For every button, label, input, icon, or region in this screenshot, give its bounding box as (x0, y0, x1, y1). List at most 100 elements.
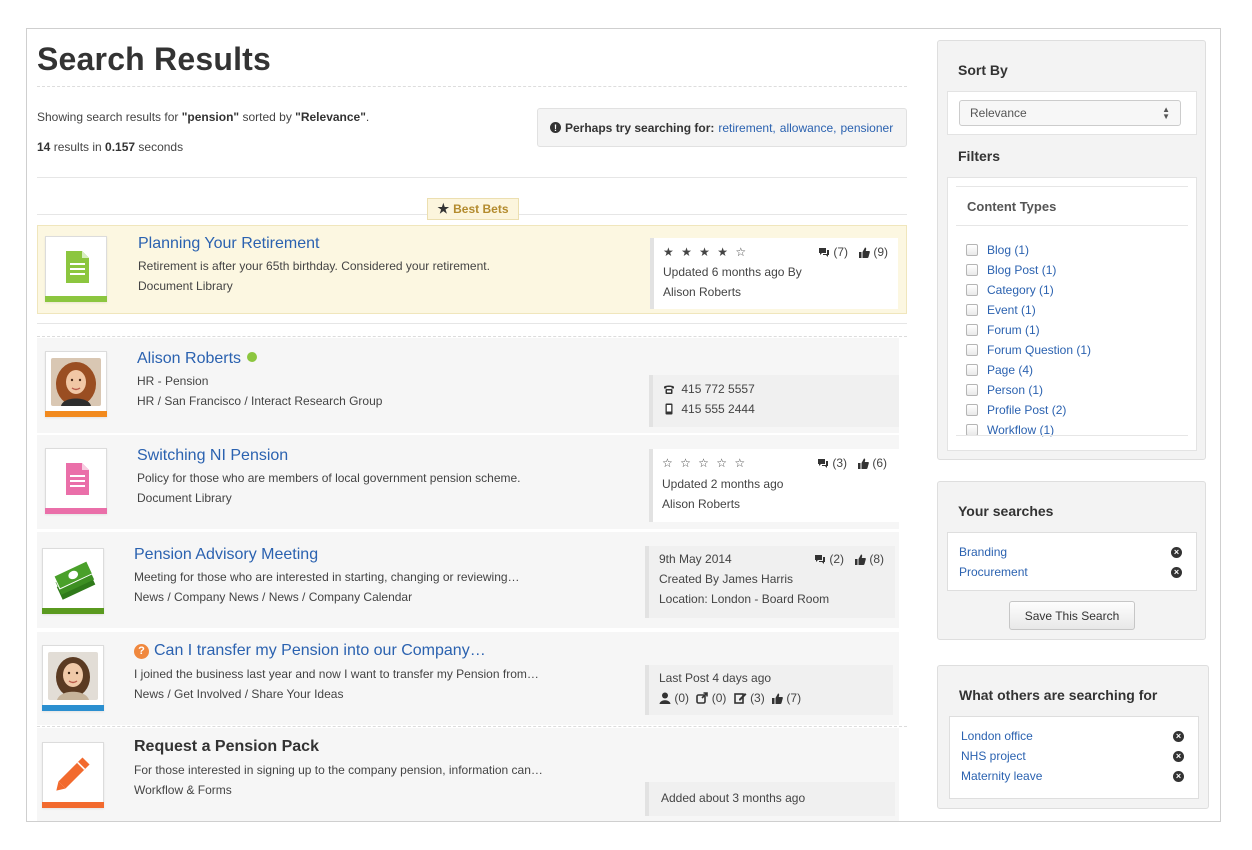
remove-icon[interactable]: × (1171, 546, 1182, 558)
document-icon[interactable] (45, 448, 107, 514)
filter-label[interactable]: Forum (1) (987, 323, 1040, 337)
filter-item[interactable]: Profile Post (2) (966, 400, 1091, 420)
result-title-link[interactable]: Planning Your Retirement (138, 235, 319, 253)
filter-checkbox[interactable] (966, 304, 978, 316)
event-icon[interactable] (42, 548, 104, 614)
like-count[interactable]: (8) (855, 552, 884, 566)
popular-search-link[interactable]: Maternity leave (961, 769, 1042, 783)
rating-stars[interactable]: ☆ ☆ ☆ ☆ ☆ (662, 456, 747, 470)
filter-label[interactable]: Profile Post (2) (987, 403, 1066, 417)
like-count-value: (6) (872, 456, 888, 470)
like-count-value: (9) (873, 245, 889, 259)
result-description: Meeting for those who are interested in … (134, 570, 520, 584)
popular-search-link[interactable]: London office (961, 729, 1033, 743)
filter-item[interactable]: Forum Question (1) (966, 340, 1091, 360)
filter-item[interactable]: Blog Post (1) (966, 260, 1091, 280)
best-bets-badge: ★ Best Bets (427, 198, 519, 220)
filter-checkbox[interactable] (966, 264, 978, 276)
edit-icon (733, 693, 747, 704)
filter-item[interactable]: Blog (1) (966, 240, 1091, 260)
divider (37, 726, 907, 727)
filter-label[interactable]: Event (1) (987, 303, 1036, 317)
workflow-meta: Added about 3 months ago (645, 782, 895, 816)
result-title-link[interactable]: Switching NI Pension (137, 447, 288, 465)
filter-checkbox[interactable] (966, 344, 978, 356)
result-description: For those interested in signing up to th… (134, 763, 543, 777)
person-photo[interactable] (45, 351, 107, 417)
suggest-link-retirement[interactable]: retirement (718, 121, 772, 135)
filter-label[interactable]: Blog (1) (987, 243, 1029, 257)
filter-item[interactable]: Event (1) (966, 300, 1091, 320)
result-title-link[interactable]: Can I transfer my Pension into our Compa… (154, 642, 486, 659)
result-row: Pension Advisory Meeting Meeting for tho… (37, 532, 899, 628)
results-number: 14 (37, 140, 51, 154)
suggest-link-allowance[interactable]: allowance (780, 121, 833, 135)
filter-label[interactable]: Page (4) (987, 363, 1033, 377)
workflow-icon[interactable] (42, 742, 104, 808)
filter-item[interactable]: Forum (1) (966, 320, 1091, 340)
divider (37, 86, 907, 87)
person-location: HR / San Francisco / Interact Research G… (137, 394, 383, 408)
result-count: 14 results in 0.157 seconds (37, 140, 183, 154)
results-label: results in (50, 140, 106, 154)
filter-checkbox[interactable] (966, 384, 978, 396)
result-title: Alison Roberts (137, 350, 258, 368)
comments-icon (815, 555, 825, 564)
filter-checkbox[interactable] (966, 244, 978, 256)
sort-select[interactable]: Relevance ▲ ▼ (959, 100, 1181, 126)
popular-search-link[interactable]: NHS project (961, 749, 1026, 763)
like-count[interactable]: (9) (859, 245, 888, 259)
filter-checkbox[interactable] (966, 324, 978, 336)
mobile-value: 415 555 2444 (681, 402, 755, 416)
thumbs-up-icon (772, 693, 783, 704)
like-count[interactable]: (6) (858, 456, 887, 470)
person-contact: 415 772 5557 415 555 2444 (649, 375, 899, 427)
saved-search-link[interactable]: Branding (959, 545, 1007, 559)
filter-checkbox[interactable] (966, 404, 978, 416)
filter-item[interactable]: Page (4) (966, 360, 1091, 380)
person-photo[interactable] (42, 645, 104, 711)
document-icon[interactable] (45, 236, 107, 302)
result-location: News / Get Involved / Share Your Ideas (134, 687, 344, 701)
phone-number[interactable]: 415 772 5557 (663, 382, 755, 396)
remove-icon[interactable]: × (1171, 566, 1182, 578)
suggest-link-pensioner[interactable]: pensioner (840, 121, 893, 135)
filter-label[interactable]: Category (1) (987, 283, 1054, 297)
save-search-button[interactable]: Save This Search (1009, 601, 1135, 630)
rating-stars[interactable]: ★ ★ ★ ★ ☆ (663, 245, 748, 259)
your-searches-panel: Your searches Branding × Procurement × S… (937, 481, 1206, 640)
share-icon (696, 692, 709, 704)
filter-list: Blog (1) Blog Post (1) Category (1) Even… (966, 240, 1091, 440)
result-row: ? Can I transfer my Pension into our Comp… (37, 632, 899, 725)
filter-checkbox[interactable] (966, 364, 978, 376)
thumbs-up-icon (859, 247, 870, 258)
comment-count: (3) (817, 456, 847, 470)
filter-label[interactable]: Blog Post (1) (987, 263, 1056, 277)
summary-suffix: . (365, 110, 370, 124)
author-name: Alison Roberts (663, 285, 742, 299)
person-avatar (48, 652, 98, 700)
result-title[interactable]: Request a Pension Pack (134, 738, 319, 756)
search-summary: Showing search results for "pension" sor… (37, 110, 369, 124)
person-name-link[interactable]: Alison Roberts (137, 350, 241, 367)
thumbs-up-icon (858, 458, 869, 469)
result-location: Document Library (138, 279, 233, 293)
remove-icon[interactable]: × (1173, 730, 1184, 742)
result-title-link[interactable]: Pension Advisory Meeting (134, 546, 318, 564)
type-color-bar (45, 508, 107, 514)
comments-icon (819, 248, 829, 257)
result-meta: ★ ★ ★ ★ ☆ (7) (9) Updated 6 months ago B… (650, 238, 898, 309)
remove-icon[interactable]: × (1173, 750, 1184, 762)
mobile-number[interactable]: 415 555 2444 (663, 402, 755, 416)
filter-label[interactable]: Person (1) (987, 383, 1043, 397)
remove-icon[interactable]: × (1173, 770, 1184, 782)
saved-search-link[interactable]: Procurement (959, 565, 1028, 579)
comment-count-value: (3) (832, 456, 848, 470)
type-color-bar (45, 296, 107, 302)
filter-item[interactable]: Workflow (1) (966, 420, 1091, 440)
filter-label[interactable]: Forum Question (1) (987, 343, 1091, 357)
filter-checkbox[interactable] (966, 284, 978, 296)
filter-item[interactable]: Category (1) (966, 280, 1091, 300)
comment-count: (7) (818, 245, 848, 259)
filter-item[interactable]: Person (1) (966, 380, 1091, 400)
